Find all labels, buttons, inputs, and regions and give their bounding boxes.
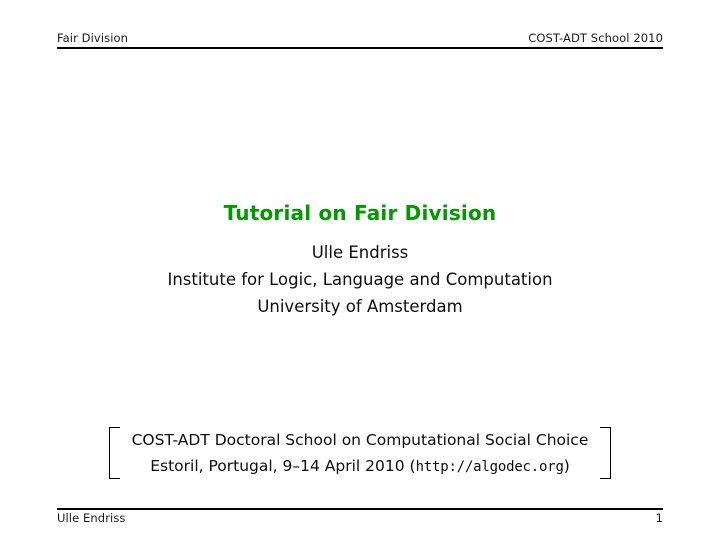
author-university: University of Amsterdam bbox=[257, 297, 463, 316]
event-bracket-block: COST-ADT Doctoral School on Computationa… bbox=[0, 427, 720, 480]
event-url-link[interactable]: http://algodec.org bbox=[416, 459, 564, 475]
footer-divider-rule bbox=[57, 508, 663, 510]
left-square-bracket-icon bbox=[108, 427, 120, 479]
slide-footer: Ulle Endriss 1 bbox=[57, 511, 663, 529]
author-name: Ulle Endriss bbox=[311, 243, 409, 262]
page-title: Tutorial on Fair Division bbox=[223, 201, 497, 225]
author-block: Ulle Endriss Institute for Logic, Langua… bbox=[0, 239, 720, 320]
event-details: COST-ADT Doctoral School on Computationa… bbox=[132, 427, 589, 480]
author-institute: Institute for Logic, Language and Comput… bbox=[167, 270, 553, 289]
presentation-slide: Fair Division COST-ADT School 2010 Tutor… bbox=[0, 0, 720, 557]
footer-author: Ulle Endriss bbox=[57, 511, 126, 525]
event-location-date-text: Estoril, Portugal, 9–14 April 2010 ( bbox=[150, 457, 416, 475]
header-divider-rule bbox=[57, 47, 663, 49]
page-number: 1 bbox=[655, 511, 663, 525]
header-left-title: Fair Division bbox=[57, 31, 129, 45]
event-school-name: COST-ADT Doctoral School on Computationa… bbox=[131, 431, 589, 449]
right-square-bracket-icon bbox=[600, 427, 612, 479]
event-paren-close: ) bbox=[563, 457, 570, 475]
header-right-event: COST-ADT School 2010 bbox=[528, 31, 663, 45]
event-location-date: Estoril, Portugal, 9–14 April 2010 (http… bbox=[132, 453, 589, 480]
